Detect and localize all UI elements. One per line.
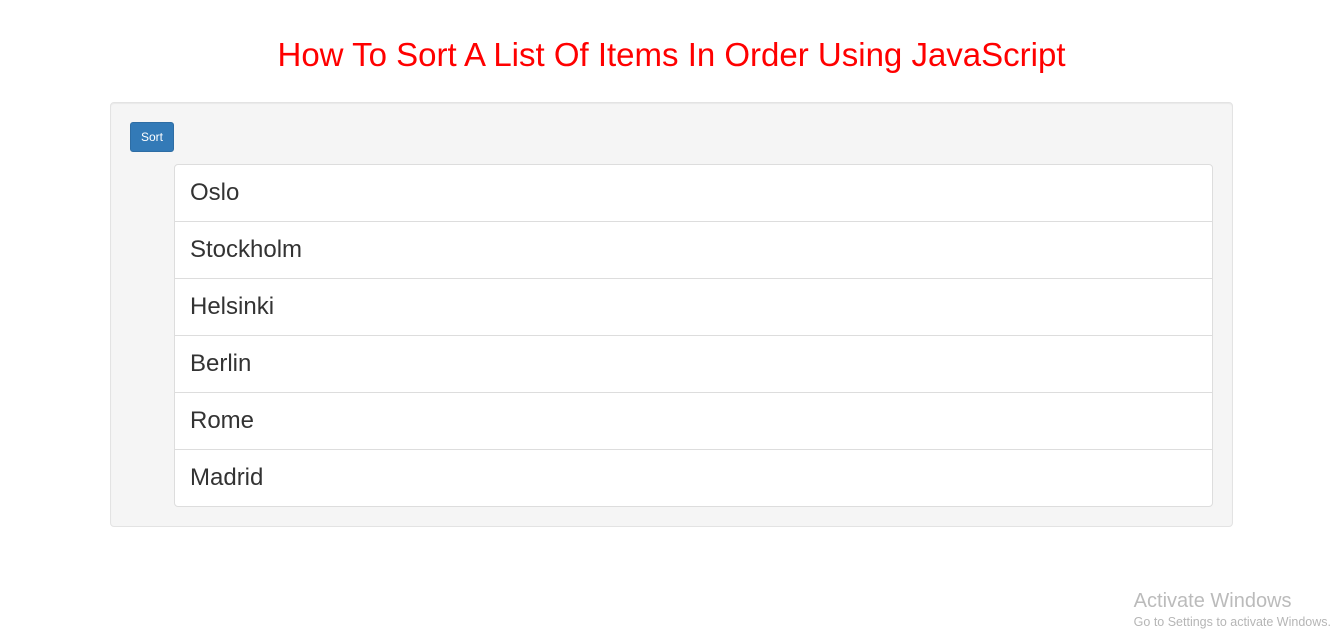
- list-item: Helsinki: [174, 278, 1213, 336]
- sort-button[interactable]: Sort: [130, 122, 174, 152]
- list-item: Rome: [174, 392, 1213, 450]
- content-panel: Sort Oslo Stockholm Helsinki Berlin Rome…: [110, 102, 1233, 527]
- item-list: Oslo Stockholm Helsinki Berlin Rome Madr…: [174, 164, 1213, 507]
- page-title: How To Sort A List Of Items In Order Usi…: [0, 36, 1343, 74]
- list-item: Oslo: [174, 164, 1213, 222]
- watermark-subtitle: Go to Settings to activate Windows.: [1134, 615, 1331, 629]
- watermark-title: Activate Windows: [1134, 590, 1331, 613]
- list-item: Stockholm: [174, 221, 1213, 279]
- list-item: Berlin: [174, 335, 1213, 393]
- list-item: Madrid: [174, 449, 1213, 507]
- windows-activation-watermark: Activate Windows Go to Settings to activ…: [1134, 590, 1331, 629]
